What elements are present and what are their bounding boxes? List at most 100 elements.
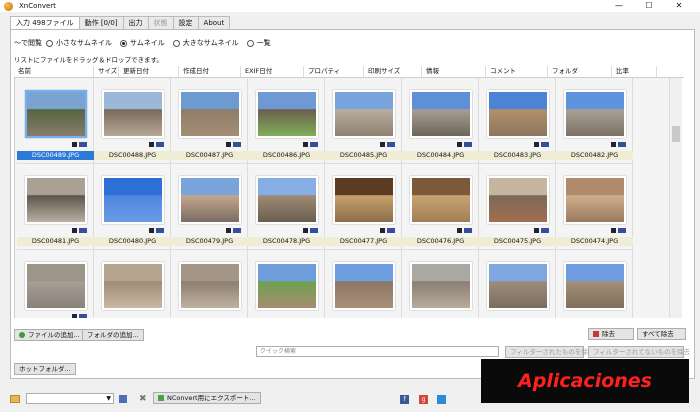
view-large-thumbnails-radio[interactable]: 大きなサムネイル xyxy=(172,38,239,48)
file-thumbnail-item[interactable] xyxy=(325,250,402,318)
folder-icon[interactable] xyxy=(10,395,20,403)
column-folder[interactable]: フォルダ xyxy=(548,66,612,77)
column-size[interactable]: サイズ xyxy=(94,66,119,77)
tab-settings[interactable]: 設定 xyxy=(172,16,199,29)
drag-drop-hint: リストにファイルをドラッグ＆ドロップできます。 xyxy=(14,56,163,64)
exif-icon xyxy=(618,228,626,233)
file-thumbnail-item[interactable]: DSC00478.JPG xyxy=(248,164,325,250)
file-thumbnail-item[interactable]: DSC00472.JPG xyxy=(17,250,94,318)
file-thumbnail-item[interactable]: DSC00483.JPG xyxy=(479,78,556,164)
file-thumbnail-item[interactable] xyxy=(171,250,248,318)
file-thumbnail-item[interactable]: DSC00488.JPG xyxy=(94,78,171,164)
tab-actions[interactable]: 動作 [0/0] xyxy=(78,16,124,29)
file-thumbnail-item[interactable]: DSC00482.JPG xyxy=(556,78,633,164)
view-list-radio[interactable]: 一覧 xyxy=(246,38,271,48)
delete-icon[interactable]: ✖ xyxy=(139,394,147,404)
photo-thumbnail xyxy=(410,90,472,138)
column-modified[interactable]: 更新日付 xyxy=(119,66,179,77)
file-name: DSC00481.JPG xyxy=(17,237,94,246)
quick-search-input[interactable]: クイック検索 xyxy=(256,346,499,357)
file-type-icon xyxy=(303,142,308,147)
minimize-button[interactable]: — xyxy=(604,0,634,12)
file-name: DSC00489.JPG xyxy=(17,151,94,160)
grid-scrollbar[interactable] xyxy=(669,78,682,318)
file-thumbnail-item[interactable] xyxy=(556,250,633,318)
scrollbar-thumb[interactable] xyxy=(672,126,680,142)
remove-button[interactable]: 除去 xyxy=(588,328,634,340)
exif-icon xyxy=(310,142,318,147)
exif-icon xyxy=(233,228,241,233)
file-thumbnail-item[interactable]: DSC00487.JPG xyxy=(171,78,248,164)
column-comment[interactable]: コメント xyxy=(486,66,548,77)
facebook-icon[interactable]: f xyxy=(400,395,409,404)
file-thumbnail-item[interactable] xyxy=(479,250,556,318)
radio-circle-icon xyxy=(172,39,180,47)
remove-all-button[interactable]: すべて除去 xyxy=(637,328,686,340)
close-button[interactable]: ✕ xyxy=(664,0,694,12)
photo-thumbnail xyxy=(256,176,318,224)
file-format-badges xyxy=(149,228,164,233)
file-thumbnail-item[interactable] xyxy=(248,250,325,318)
file-thumbnail-item[interactable] xyxy=(402,250,479,318)
radio-label: 一覧 xyxy=(256,39,271,47)
maximize-button[interactable]: ☐ xyxy=(634,0,664,12)
file-thumbnail-item[interactable]: DSC00486.JPG xyxy=(248,78,325,164)
file-thumbnail-item[interactable]: DSC00479.JPG xyxy=(171,164,248,250)
save-icon[interactable] xyxy=(119,395,127,403)
file-format-badges xyxy=(149,142,164,147)
file-thumbnail-item[interactable]: DSC00476.JPG xyxy=(402,164,479,250)
exif-icon xyxy=(464,142,472,147)
column-info[interactable]: 情報 xyxy=(422,66,486,77)
file-name: DSC00488.JPG xyxy=(94,151,171,160)
column-exif-date[interactable]: EXIF日付 xyxy=(241,66,304,77)
google-plus-icon[interactable]: g xyxy=(419,395,428,404)
photo-thumbnail xyxy=(333,90,395,138)
file-thumbnail-item[interactable]: DSC00474.JPG xyxy=(556,164,633,250)
file-thumbnail-item[interactable]: DSC00489.JPG xyxy=(17,78,94,164)
hot-folder-button[interactable]: ホットフォルダ... xyxy=(14,363,76,375)
file-thumbnail-item[interactable] xyxy=(94,250,171,318)
photo-thumbnail xyxy=(25,176,87,224)
file-format-badges xyxy=(611,142,626,147)
tab-about[interactable]: About xyxy=(197,16,231,29)
add-files-button[interactable]: ファイルの追加... xyxy=(14,329,85,341)
file-format-badges xyxy=(72,228,87,233)
app-logo-icon xyxy=(4,1,13,11)
tab-input[interactable]: 入力 498ファイル xyxy=(10,16,80,30)
file-thumbnail-item[interactable]: DSC00481.JPG xyxy=(17,164,94,250)
file-name: DSC00484.JPG xyxy=(402,151,479,160)
window-title: XnConvert xyxy=(19,2,56,10)
remove-unfiltered-button[interactable]: フィルターされてないものを除去 xyxy=(588,346,690,358)
file-thumbnail-item[interactable]: DSC00480.JPG xyxy=(94,164,171,250)
remove-filtered-button[interactable]: フィルターされたものを除去 xyxy=(505,346,594,358)
file-name: DSC00480.JPG xyxy=(94,237,171,246)
column-created[interactable]: 作成日付 xyxy=(179,66,241,77)
tab-output[interactable]: 出力 xyxy=(122,16,149,29)
file-type-icon xyxy=(149,142,154,147)
exif-icon xyxy=(79,142,87,147)
file-name: DSC00475.JPG xyxy=(479,237,556,246)
file-name: DSC00487.JPG xyxy=(171,151,248,160)
add-folder-button[interactable]: フォルダの追加... xyxy=(82,329,144,341)
column-print-size[interactable]: 印刷サイズ xyxy=(364,66,422,77)
file-thumbnail-item[interactable]: DSC00477.JPG xyxy=(325,164,402,250)
add-files-label: ファイルの追加... xyxy=(28,331,80,339)
column-properties[interactable]: プロパティ xyxy=(304,66,364,77)
file-format-badges xyxy=(226,142,241,147)
file-thumbnail-item[interactable]: DSC00485.JPG xyxy=(325,78,402,164)
file-type-icon xyxy=(149,228,154,233)
promo-overlay-banner: Aplicaciones xyxy=(481,359,689,403)
photo-thumbnail xyxy=(333,176,395,224)
view-small-thumbnails-radio[interactable]: 小さなサムネイル xyxy=(46,38,112,48)
share-icon[interactable] xyxy=(437,395,446,404)
preset-dropdown[interactable]: ▼ xyxy=(26,393,114,404)
file-thumbnail-item[interactable]: DSC00484.JPG xyxy=(402,78,479,164)
view-thumbnails-radio[interactable]: サムネイル xyxy=(119,38,165,48)
export-nconvert-button[interactable]: NConvert用にエクスポート... xyxy=(153,392,261,404)
tab-status[interactable]: 状態 xyxy=(147,16,174,29)
column-name[interactable]: 名前 xyxy=(14,66,94,77)
file-name: DSC00485.JPG xyxy=(325,151,402,160)
radio-circle-icon xyxy=(246,39,254,47)
file-thumbnail-item[interactable]: DSC00475.JPG xyxy=(479,164,556,250)
column-ratio[interactable]: 比率 xyxy=(612,66,657,77)
